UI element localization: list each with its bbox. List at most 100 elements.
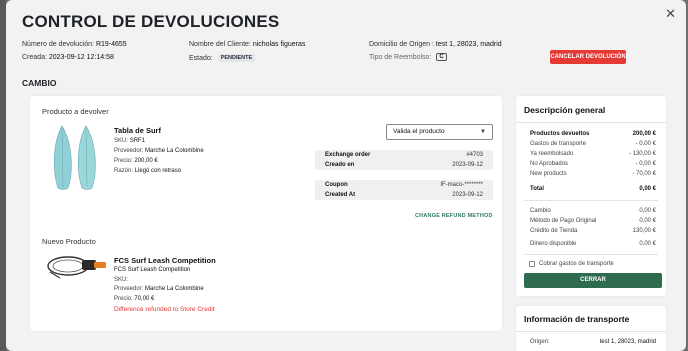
refund-type-badge: C xyxy=(436,53,447,61)
new-price-label: Precio: xyxy=(114,296,133,302)
available-value: 0,00 € xyxy=(639,241,656,247)
client-value: nicholas figueras xyxy=(252,41,306,48)
modal-title: CONTROL DE DEVOLUCIONES xyxy=(22,12,280,31)
client-label: Nombre del Cliente: xyxy=(189,41,251,48)
summary-row-value: - 0,00 € xyxy=(635,161,656,167)
created-label: Creada: xyxy=(22,54,47,61)
summary-divider xyxy=(516,122,666,123)
new-price-value: 70,00 € xyxy=(134,296,155,302)
close-button[interactable]: CERRAR xyxy=(524,273,662,288)
status-label: Estado: xyxy=(189,54,213,62)
return-number-label: Número de devolución: xyxy=(22,41,94,48)
exchange-created-value: 2023-09-12 xyxy=(452,162,483,168)
new-product-subname: FCS Surf Leash Competition xyxy=(114,267,191,273)
return-detail-card: Producto a devolver Tabla de Surf SKU: S… xyxy=(30,96,502,331)
summary-row-shipping: Gastos de transporte - 0,00 € xyxy=(530,141,656,147)
method-label: Método de Pago Original xyxy=(530,218,597,224)
summary-row-value: - 0,00 € xyxy=(635,141,656,147)
exchange-order-value[interactable]: #4703 xyxy=(466,150,483,160)
return-product-reason: Razón: Llegó con retraso xyxy=(114,168,181,174)
refund-type: Tipo de Reembolso: C xyxy=(369,53,447,61)
client-name: Nombre del Cliente: nicholas figueras xyxy=(189,41,305,48)
total-value: 0,00 € xyxy=(639,186,656,192)
summary-row-label: No Aprobados xyxy=(530,161,569,167)
method-label: Cambio xyxy=(530,208,551,214)
status: Estado: PENDIENTE xyxy=(189,54,256,62)
summary-row-label: New products xyxy=(530,171,567,177)
transport-divider xyxy=(516,331,666,332)
summary-card: Descripción general Productos devueltos … xyxy=(516,96,666,296)
charge-shipping-checkbox[interactable] xyxy=(529,261,535,267)
exchange-created-label: Creado en xyxy=(325,162,355,168)
return-product-name: Tabla de Surf xyxy=(114,126,161,135)
reason-label: Razón: xyxy=(114,168,134,174)
new-product-provider: Proveedor: Marche La Colombine xyxy=(114,286,204,292)
origin-label: Domicilio de Origen : xyxy=(369,41,434,48)
transport-card: Información de transporte Origen: test 1… xyxy=(516,306,666,351)
return-number-value: R19-4655 xyxy=(95,41,127,48)
available-money: Dinero disponible 0,00 € xyxy=(530,241,656,247)
refund-type-label: Tipo de Reembolso: xyxy=(369,53,432,61)
return-control-modal: ✕ CONTROL DE DEVOLUCIONES Número de devo… xyxy=(6,0,686,351)
return-product-sku: SKU: SRF1 xyxy=(114,138,145,144)
summary-row-value: - 130,00 € xyxy=(628,151,656,157)
coupon-label: Coupon xyxy=(325,182,348,188)
transport-origin-value: test 1, 28023, madrid xyxy=(599,339,656,345)
coupon-row: Coupon IF-maco-******** xyxy=(315,180,493,190)
origin-value: test 1, 28023, madrid xyxy=(435,41,502,48)
coupon-created-value: 2023-09-12 xyxy=(452,192,483,198)
coupon-box: Coupon IF-maco-******** Created At 2023-… xyxy=(315,180,493,200)
transport-title: Información de transporte xyxy=(524,314,630,324)
status-badge: PENDIENTE xyxy=(217,54,256,62)
cancel-return-button[interactable]: CANCELAR DEVOLUCIÓN xyxy=(550,50,626,64)
created-date: Creada: 2023-09-12 12:14:58 xyxy=(22,54,114,61)
return-product-heading: Producto a devolver xyxy=(42,107,109,116)
new-product-price: Precio: 70,00 € xyxy=(114,296,154,302)
coupon-created-label: Created At xyxy=(325,192,356,198)
surfboard-image xyxy=(53,125,96,190)
exchange-order-label: Exchange order xyxy=(325,152,371,158)
summary-row-new-products: New products - 70,00 € xyxy=(530,171,656,177)
return-number: Número de devolución: R19-4655 xyxy=(22,41,127,48)
summary-row-returned: Productos devueltos 200,00 € xyxy=(530,131,656,137)
method-label: Crédito de Tienda xyxy=(530,228,578,234)
summary-row-label: Productos devueltos xyxy=(530,131,590,137)
method-value: 130,00 € xyxy=(632,228,656,234)
summary-divider xyxy=(524,200,658,201)
exchange-order-box: Exchange order #4703 Creado en 2023-09-1… xyxy=(315,150,493,170)
method-value: 0,00 € xyxy=(639,218,656,224)
validation-select-value: Valida el producto xyxy=(393,128,445,135)
new-provider-label: Proveedor: xyxy=(114,286,144,292)
coupon-created-row: Created At 2023-09-12 xyxy=(315,190,493,200)
new-provider-value: Marche La Colombine xyxy=(145,286,204,292)
method-value: 0,00 € xyxy=(639,208,656,214)
reason-value: Llegó con retraso xyxy=(134,168,182,174)
provider-value: Marche La Colombine xyxy=(145,148,204,154)
coupon-value: IF-maco-******** xyxy=(440,182,483,188)
section-label: CAMBIO xyxy=(22,78,57,88)
sku-value: SRF1 xyxy=(129,138,146,144)
summary-title: Descripción general xyxy=(524,105,606,115)
charge-shipping-label: Cobrar gastos de transporte xyxy=(539,261,614,267)
price-value: 200,00 € xyxy=(134,158,158,164)
new-sku-label: SKU: xyxy=(114,277,129,283)
summary-row-value: - 70,00 € xyxy=(632,171,656,177)
product-validation-select[interactable]: Valida el producto ▼ xyxy=(386,124,493,140)
exchange-created-row: Creado en 2023-09-12 xyxy=(315,160,493,170)
sku-label: SKU: xyxy=(114,138,129,144)
close-icon[interactable]: ✕ xyxy=(665,6,676,22)
summary-divider xyxy=(524,254,658,255)
total-label: Total xyxy=(530,186,544,192)
surf-leash-image xyxy=(47,256,106,279)
transport-origin-label: Origen: xyxy=(530,339,550,345)
origin-address: Domicilio de Origen : test 1, 28023, mad… xyxy=(369,41,502,48)
transport-origin: Origen: test 1, 28023, madrid xyxy=(530,339,656,345)
new-product-heading: Nuevo Producto xyxy=(42,237,96,246)
price-label: Precio: xyxy=(114,158,133,164)
available-label: Dinero disponible xyxy=(530,241,577,247)
new-product-sku: SKU: xyxy=(114,277,128,283)
summary-row-refunded: Ya reembolsado - 130,00 € xyxy=(530,151,656,157)
summary-row-not-approved: No Aprobados - 0,00 € xyxy=(530,161,656,167)
change-refund-method-link[interactable]: CHANGE REFUND METHOD xyxy=(415,213,493,219)
chevron-down-icon: ▼ xyxy=(480,129,486,135)
